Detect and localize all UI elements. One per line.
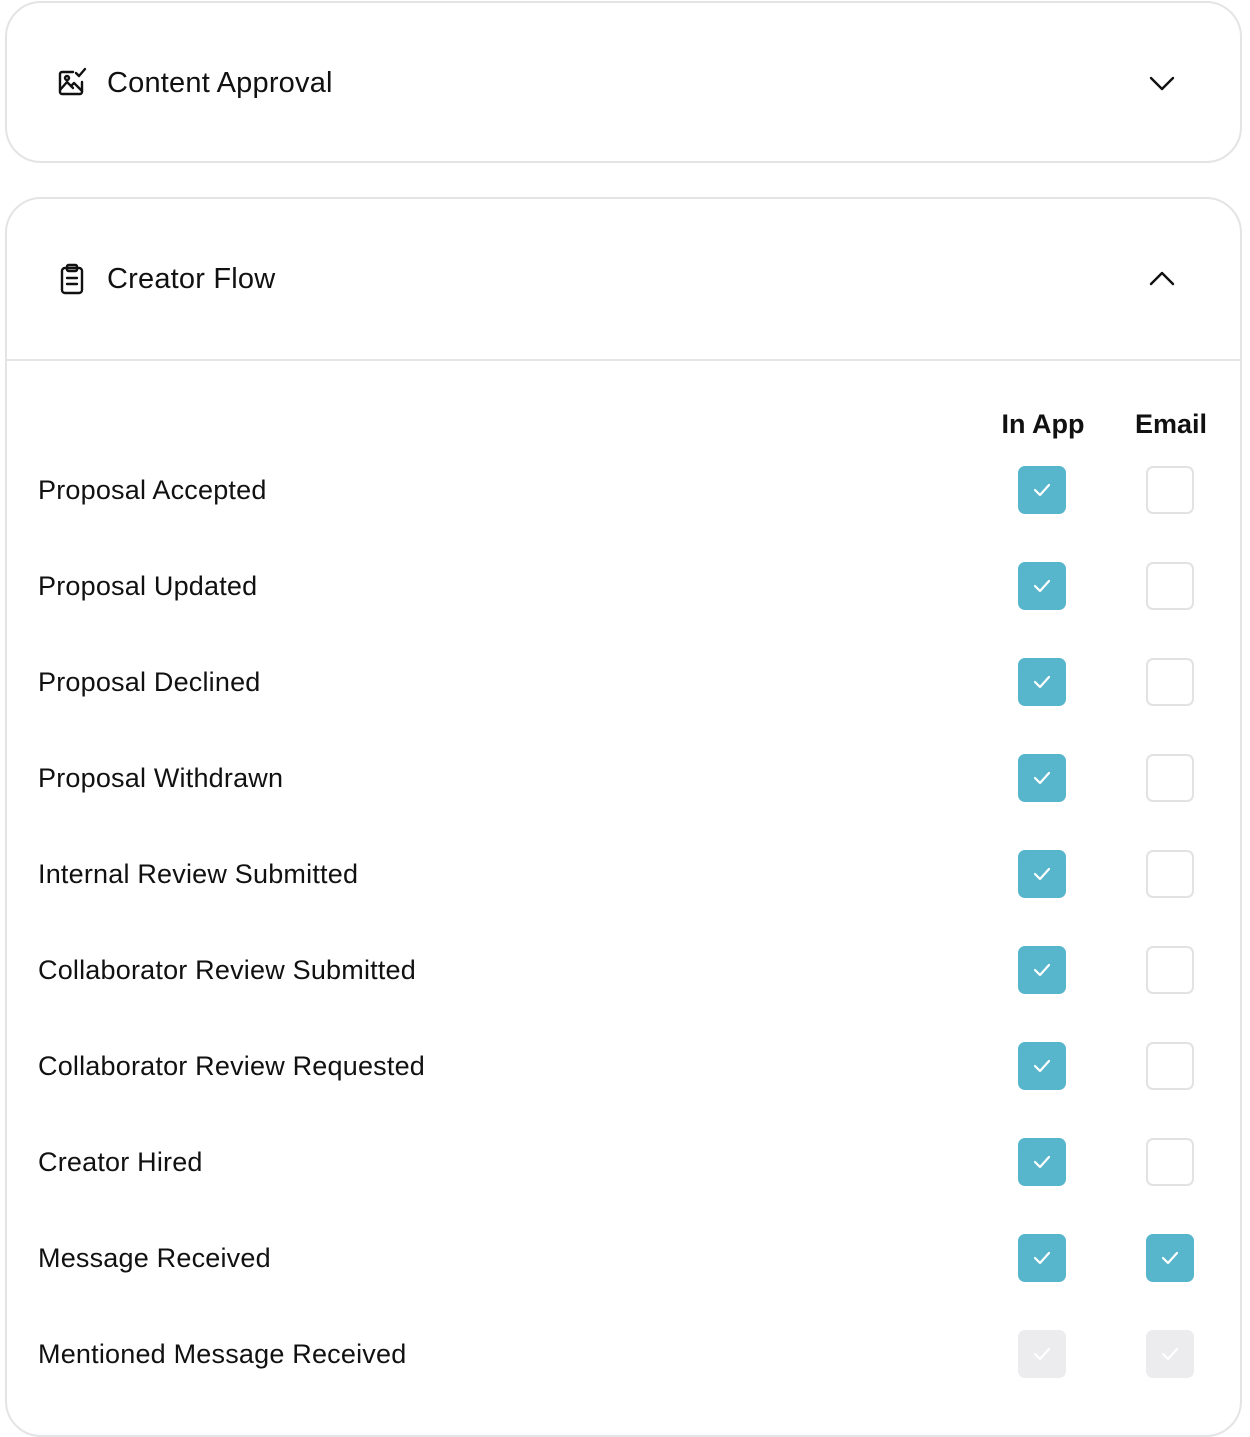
in-app-checkbox[interactable]	[1018, 562, 1066, 610]
in-app-checkbox[interactable]	[1018, 946, 1066, 994]
table-row: Collaborator Review Submitted	[7, 946, 1240, 1042]
check-icon	[1033, 867, 1051, 881]
notification-label: Internal Review Submitted	[38, 859, 359, 889]
check-icon	[1161, 1251, 1179, 1265]
in-app-checkbox[interactable]	[1018, 658, 1066, 706]
email-checkbox	[1146, 1330, 1194, 1378]
check-icon	[1033, 483, 1051, 497]
table-row: Creator Hired	[7, 1138, 1240, 1234]
email-checkbox[interactable]	[1146, 1042, 1194, 1090]
table-row: Message Received	[7, 1234, 1240, 1330]
creator-flow-card: Creator Flow In App Email Proposal Accep…	[5, 197, 1242, 1437]
check-icon	[1033, 1155, 1051, 1169]
notification-label: Proposal Withdrawn	[38, 763, 284, 793]
notification-label: Message Received	[38, 1243, 271, 1273]
chevron-up-icon[interactable]	[1146, 263, 1178, 295]
email-checkbox[interactable]	[1146, 850, 1194, 898]
check-icon	[1033, 1251, 1051, 1265]
in-app-checkbox[interactable]	[1018, 466, 1066, 514]
table-row: Collaborator Review Requested	[7, 1042, 1240, 1138]
in-app-checkbox[interactable]	[1018, 1234, 1066, 1282]
check-icon	[1033, 579, 1051, 593]
email-checkbox[interactable]	[1146, 754, 1194, 802]
email-checkbox[interactable]	[1146, 1234, 1194, 1282]
in-app-checkbox[interactable]	[1018, 1042, 1066, 1090]
notification-label: Proposal Updated	[38, 571, 258, 601]
check-icon	[1033, 675, 1051, 689]
notification-label: Collaborator Review Requested	[38, 1051, 426, 1081]
table-row: Internal Review Submitted	[7, 850, 1240, 946]
email-checkbox[interactable]	[1146, 466, 1194, 514]
content-approval-header[interactable]: Content Approval	[7, 3, 1240, 163]
notification-label: Collaborator Review Submitted	[38, 955, 416, 985]
email-checkbox[interactable]	[1146, 658, 1194, 706]
check-icon	[1033, 963, 1051, 977]
column-header-in-app: In App	[1001, 409, 1085, 439]
notification-label: Mentioned Message Received	[38, 1339, 407, 1369]
section-title: Creator Flow	[107, 262, 276, 295]
section-title: Content Approval	[107, 66, 333, 99]
notification-label: Proposal Accepted	[38, 475, 267, 505]
column-header-email: Email	[1134, 409, 1208, 439]
chevron-down-icon[interactable]	[1146, 67, 1178, 99]
table-row: Proposal Withdrawn	[7, 754, 1240, 850]
table-row: Mentioned Message Received	[7, 1330, 1240, 1426]
notification-label: Proposal Declined	[38, 667, 261, 697]
table-row: Proposal Updated	[7, 562, 1240, 658]
table-row: Proposal Declined	[7, 658, 1240, 754]
check-icon	[1033, 1059, 1051, 1073]
notification-label: Creator Hired	[38, 1147, 203, 1177]
in-app-checkbox[interactable]	[1018, 754, 1066, 802]
check-icon	[1033, 771, 1051, 785]
in-app-checkbox	[1018, 1330, 1066, 1378]
in-app-checkbox[interactable]	[1018, 1138, 1066, 1186]
email-checkbox[interactable]	[1146, 562, 1194, 610]
check-icon	[1161, 1347, 1179, 1361]
table-row: Proposal Accepted	[7, 466, 1240, 562]
image-check-icon	[55, 66, 89, 100]
check-icon	[1033, 1347, 1051, 1361]
email-checkbox[interactable]	[1146, 946, 1194, 994]
content-approval-card: Content Approval	[5, 1, 1242, 163]
in-app-checkbox[interactable]	[1018, 850, 1066, 898]
email-checkbox[interactable]	[1146, 1138, 1194, 1186]
creator-flow-header[interactable]: Creator Flow	[7, 199, 1240, 361]
clipboard-icon	[55, 262, 89, 296]
